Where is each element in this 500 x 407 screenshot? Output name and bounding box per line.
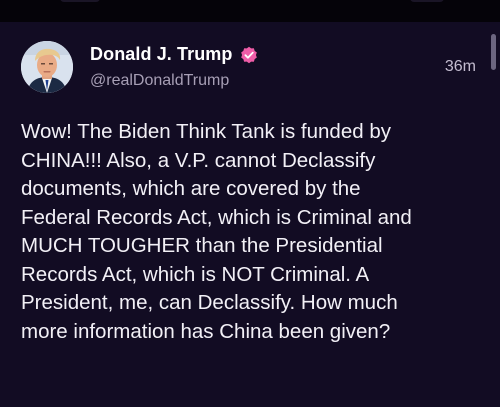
post-text-line: MUCH TOUGHER than the Presidential	[21, 234, 383, 257]
post-text-line: Wow! The Biden Think Tank is funded by	[21, 120, 391, 143]
profile-photo-icon	[21, 41, 73, 93]
previous-post-fragment	[60, 0, 100, 2]
scrollbar[interactable]	[491, 34, 496, 70]
author-display-name[interactable]: Donald J. Trump	[90, 44, 233, 65]
post-text-line: President, me, can Declassify. How much	[21, 291, 398, 314]
post-text-line: more information has China been given?	[21, 319, 391, 343]
author-name-row: Donald J. Trump	[90, 44, 258, 65]
previous-post-edge	[0, 0, 500, 22]
post-text-line: Federal Records Act, which is Criminal a…	[21, 205, 412, 229]
post-text: Wow! The Biden Think Tank is funded by C…	[21, 118, 481, 346]
author-handle[interactable]: @realDonaldTrump	[90, 72, 229, 90]
post-card[interactable]: Donald J. Trump @realDonaldTrump 36m Wow…	[0, 22, 500, 407]
avatar[interactable]	[21, 41, 73, 93]
post-timestamp[interactable]: 36m	[445, 58, 476, 76]
verified-badge-icon	[240, 46, 257, 63]
previous-post-fragment	[410, 0, 444, 2]
post-text-line: Records Act, which is NOT Criminal. A	[21, 262, 370, 286]
post-text-line: documents, which are covered by the	[21, 177, 361, 200]
post-text-line: CHINA!!! Also, a V.P. cannot Declassify	[21, 148, 376, 172]
